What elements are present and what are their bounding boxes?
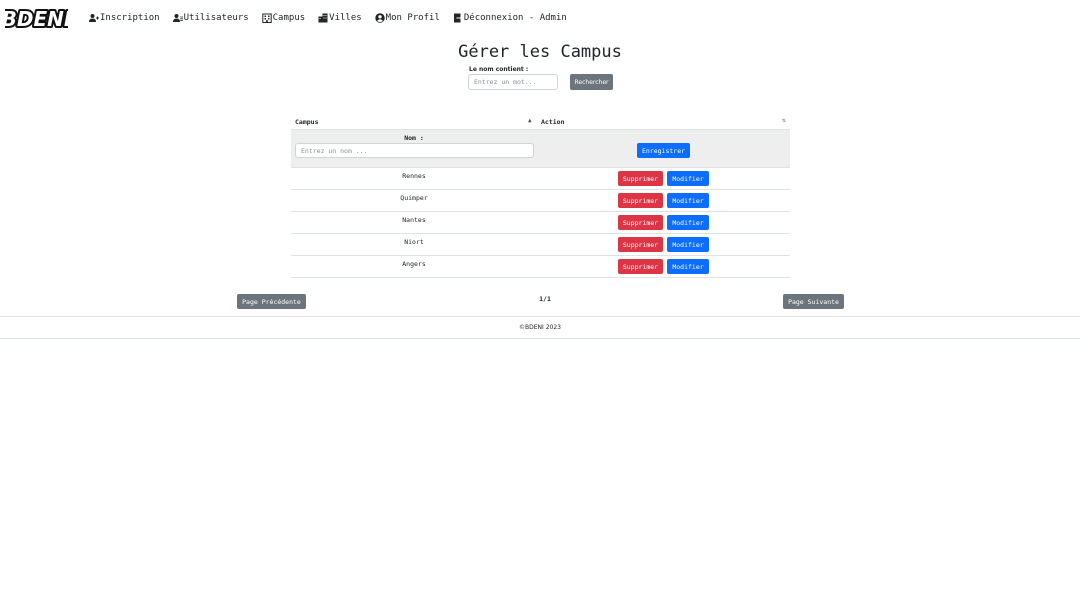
delete-button[interactable]: Supprimer [618,215,663,230]
nav-label: Inscription [100,13,160,23]
delete-button[interactable]: Supprimer [618,171,663,186]
new-campus-name-input[interactable] [295,143,534,158]
edit-button[interactable]: Modifier [667,171,709,186]
next-page-button[interactable]: Page Suivante [783,294,844,309]
nav-item-inscription[interactable]: Inscription [89,13,160,23]
search-input[interactable] [468,74,558,90]
header-action[interactable]: Action [541,118,564,126]
nav-item-deconnexion[interactable]: Déconnexion - Admin [453,13,567,23]
edit-button[interactable]: Modifier [667,237,709,252]
campus-name: Angers [402,260,426,268]
nav-label: Utilisateurs [183,13,249,23]
user-plus-icon [89,13,99,23]
bdeni-logo[interactable]: BDENI [5,5,68,33]
table-row: Nantes Supprimer Modifier [291,212,790,234]
campus-table: Campus ▲ Action ⇅ Nom : Enregistrer Renn… [291,113,790,278]
save-button[interactable]: Enregistrer [637,143,690,158]
user-circle-icon [374,13,385,23]
delete-button[interactable]: Supprimer [618,237,663,252]
nav-item-villes[interactable]: Villes [318,13,362,23]
footer-copyright: ©BDENI 2023 [519,324,561,331]
nav-item-campus[interactable]: Campus [261,13,306,23]
table-row: Rennes Supprimer Modifier [291,168,790,190]
nav-item-mon-profil[interactable]: Mon Profil [374,13,440,23]
header-campus[interactable]: Campus [295,118,318,126]
sort-icon[interactable]: ⇅ [782,117,786,124]
delete-button[interactable]: Supprimer [618,259,663,274]
add-name-label: Nom : [404,134,424,142]
nav-label: Déconnexion - Admin [463,13,567,23]
campus-name: Quimper [400,194,428,202]
table-row: Quimper Supprimer Modifier [291,190,790,212]
edit-button[interactable]: Modifier [667,259,709,274]
campus-name: Nantes [402,216,426,224]
city-icon [318,13,328,23]
nav-item-utilisateurs[interactable]: Utilisateurs [172,13,249,23]
table-row: Niort Supprimer Modifier [291,234,790,256]
logout-icon [453,13,463,23]
search-label: Le nom contient : [469,66,529,73]
page-indicator: 1/1 [539,295,551,303]
search-button[interactable]: Rechercher [570,74,613,90]
nav-label: Villes [329,13,362,23]
page-title: Gérer les Campus [458,42,622,62]
logo-text: BDENI [5,7,68,31]
edit-button[interactable]: Modifier [667,193,709,208]
delete-button[interactable]: Supprimer [618,193,663,208]
table-header: Campus ▲ Action ⇅ [291,113,790,130]
table-row: Angers Supprimer Modifier [291,256,790,278]
school-icon [261,13,272,23]
sort-asc-icon[interactable]: ▲ [528,117,532,124]
navbar: BDENI Inscription Utilisateurs Campus Vi… [0,0,1080,40]
edit-button[interactable]: Modifier [667,215,709,230]
nav-label: Campus [272,13,306,23]
nav-label: Mon Profil [385,13,440,23]
campus-name: Rennes [402,172,426,180]
users-list-icon [172,13,183,23]
add-campus-row: Nom : Enregistrer [291,130,790,168]
campus-name: Niort [404,238,424,246]
footer: ©BDENI 2023 [0,316,1080,339]
